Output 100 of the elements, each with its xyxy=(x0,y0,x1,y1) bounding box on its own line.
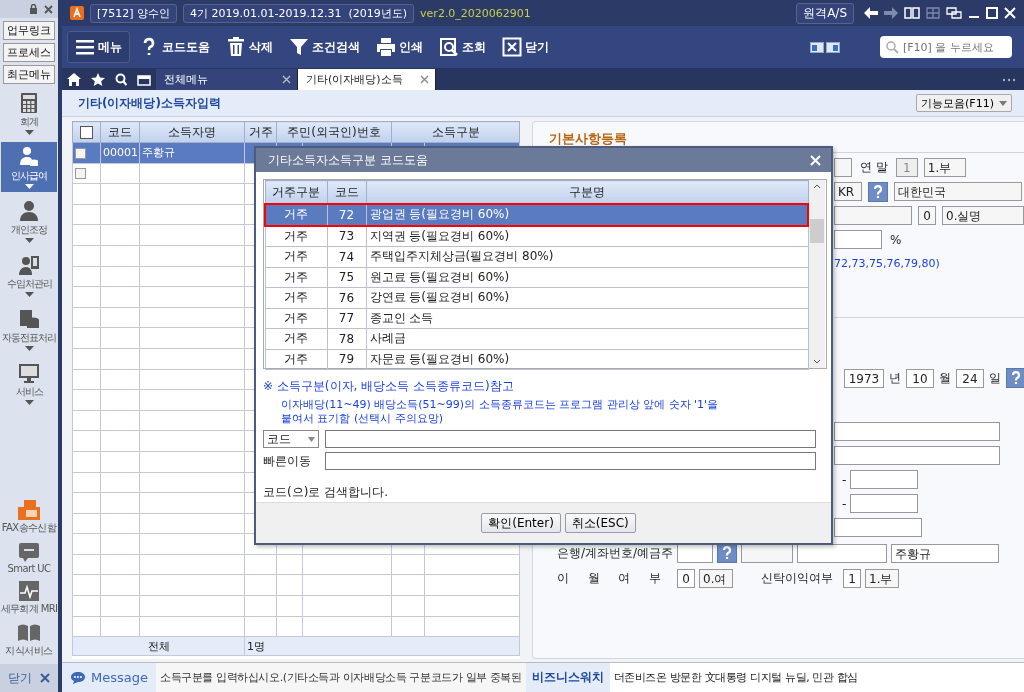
sidebar-app[interactable]: 지식서비스 xyxy=(5,622,53,658)
column-header[interactable]: 구분명 xyxy=(366,180,808,204)
scroll-down-icon[interactable] xyxy=(813,359,821,364)
account-number-field[interactable] xyxy=(797,543,887,563)
news-headline[interactable]: 더존비즈온 방문한 文대통령 디지털 뉴딜, 민관 합심 xyxy=(609,663,862,692)
caret-icon xyxy=(24,399,34,405)
year-field[interactable]: 1973 xyxy=(844,368,884,388)
input-field[interactable] xyxy=(834,422,1000,441)
search-type-dropdown[interactable]: 코드 xyxy=(263,430,319,448)
sidebar-app[interactable]: 세무회계 MRI xyxy=(0,580,58,616)
calendar-help-button[interactable] xyxy=(1006,368,1024,388)
nav-icon xyxy=(18,145,40,168)
close-icon[interactable] xyxy=(282,75,291,84)
remote-support-button[interactable]: 원격A/S xyxy=(796,2,854,24)
input-field[interactable]: 대한민국 xyxy=(894,182,1022,201)
toolbar-button[interactable]: 삭제 xyxy=(219,31,280,63)
actions-dropdown[interactable]: 기능모음(F11) xyxy=(916,94,1012,112)
caret-icon xyxy=(24,345,34,351)
table-cell: 주택입주지체상금(필요경비 80%) xyxy=(369,249,554,264)
sidebar-item[interactable]: 서비스 xyxy=(1,358,57,408)
column-header[interactable]: 거주 xyxy=(244,121,277,143)
windows-icon[interactable] xyxy=(946,7,962,19)
panel-icon[interactable] xyxy=(810,41,824,53)
maximize-icon[interactable] xyxy=(986,7,998,19)
input-field[interactable]: 0 xyxy=(918,206,936,225)
input-field[interactable]: KR xyxy=(834,182,862,201)
search-field[interactable]: [F10] 을 누르세요 xyxy=(880,36,1012,58)
month-field[interactable]: 10 xyxy=(906,368,934,388)
star-icon[interactable] xyxy=(91,73,105,86)
input-field[interactable] xyxy=(834,446,1000,465)
home-icon[interactable] xyxy=(67,73,81,86)
toolbar-button[interactable]: 조회 xyxy=(432,31,493,63)
input-field[interactable]: 0 xyxy=(677,569,695,588)
quick-move-field[interactable] xyxy=(325,452,816,470)
input-field[interactable] xyxy=(850,470,919,489)
sidebar-item[interactable]: 인사급여 xyxy=(1,142,57,192)
toolbar-button[interactable]: 조건검색 xyxy=(282,31,367,63)
tab[interactable]: 전체메뉴 xyxy=(156,69,298,90)
quick-link-button[interactable]: 업무링크 xyxy=(3,21,55,40)
dialog-button[interactable]: 취소(ESC) xyxy=(564,513,636,533)
close-icon[interactable] xyxy=(44,4,53,14)
row-checkbox[interactable] xyxy=(75,147,86,159)
help-button[interactable] xyxy=(717,543,737,563)
quick-link-button[interactable]: 최근메뉴 xyxy=(3,65,55,84)
toolbar-icon xyxy=(289,37,309,57)
column-header[interactable]: 거주구분 xyxy=(265,180,327,204)
more-icon[interactable] xyxy=(1002,78,1016,82)
search-field[interactable] xyxy=(325,430,816,448)
input-field[interactable]: 1.부 xyxy=(865,569,899,588)
scroll-up-icon[interactable] xyxy=(813,184,821,189)
toolbar-button[interactable]: 닫기 xyxy=(495,31,556,63)
back-arrow-icon[interactable] xyxy=(864,7,878,19)
column-header[interactable]: 코드 xyxy=(100,121,140,143)
scrollbar[interactable] xyxy=(809,180,825,368)
account-holder-field[interactable]: 주황규 xyxy=(891,543,999,563)
input-field[interactable]: 0.여 xyxy=(699,569,733,588)
table-cell: 거주 xyxy=(284,310,308,325)
grid-icon[interactable] xyxy=(926,7,940,19)
input-field[interactable] xyxy=(834,206,912,225)
caret-icon xyxy=(308,436,315,442)
calendar-icon[interactable] xyxy=(137,74,151,86)
book-icon[interactable] xyxy=(904,7,920,19)
input-field[interactable]: 0.실명 xyxy=(942,206,1024,225)
sidebar-item[interactable]: 수임처관리 xyxy=(1,250,57,300)
day-field[interactable]: 24 xyxy=(956,368,984,388)
quick-link-button[interactable]: 프로세스 xyxy=(3,43,55,62)
forward-arrow-icon[interactable] xyxy=(884,7,898,19)
select-all-checkbox[interactable] xyxy=(80,126,93,139)
sidebar-item[interactable]: 개인조정 xyxy=(1,196,57,246)
scroll-thumb[interactable] xyxy=(810,219,824,243)
input-field[interactable] xyxy=(834,230,882,249)
toolbar-button[interactable]: 코드도움 xyxy=(132,31,217,63)
panel-icon[interactable] xyxy=(826,41,840,53)
sidebar-item[interactable]: 자동전표처리 xyxy=(1,304,57,354)
toolbar-button[interactable]: 인쇄 xyxy=(369,31,430,63)
sidebar-app[interactable]: FAX송수신함 xyxy=(1,499,57,535)
dialog-button[interactable]: 확인(Enter) xyxy=(481,513,561,533)
input-field[interactable] xyxy=(850,494,919,513)
search-status: 코드(으)로 검색합니다. xyxy=(263,484,389,501)
tab[interactable]: 기타(이자배당)소득 xyxy=(298,69,436,90)
input-field[interactable] xyxy=(834,158,852,177)
column-header[interactable]: 주민(외국인)번호 xyxy=(276,121,392,143)
input-field[interactable]: 1 xyxy=(843,569,861,588)
close-button[interactable]: 닫기 xyxy=(0,664,58,692)
column-header[interactable]: 코드 xyxy=(327,180,366,204)
input-field[interactable] xyxy=(834,518,922,537)
sidebar-item[interactable]: 회계 xyxy=(1,88,57,138)
row-checkbox[interactable] xyxy=(75,168,86,180)
lock-icon[interactable] xyxy=(29,4,38,14)
table-cell: 78 xyxy=(338,331,355,346)
sidebar-app[interactable]: Smart UC xyxy=(7,541,51,574)
help-button[interactable] xyxy=(868,181,888,202)
search-icon xyxy=(886,40,899,54)
field-label-char: 여 xyxy=(618,570,631,587)
column-header[interactable]: 소득구분 xyxy=(391,121,520,143)
toolbar-button[interactable]: 메뉴 xyxy=(67,31,130,63)
input-field[interactable]: 1.부 xyxy=(923,158,966,177)
column-header[interactable]: 소득자명 xyxy=(139,121,245,143)
search-icon[interactable] xyxy=(115,73,127,86)
field-label: 연 말 xyxy=(860,159,888,176)
